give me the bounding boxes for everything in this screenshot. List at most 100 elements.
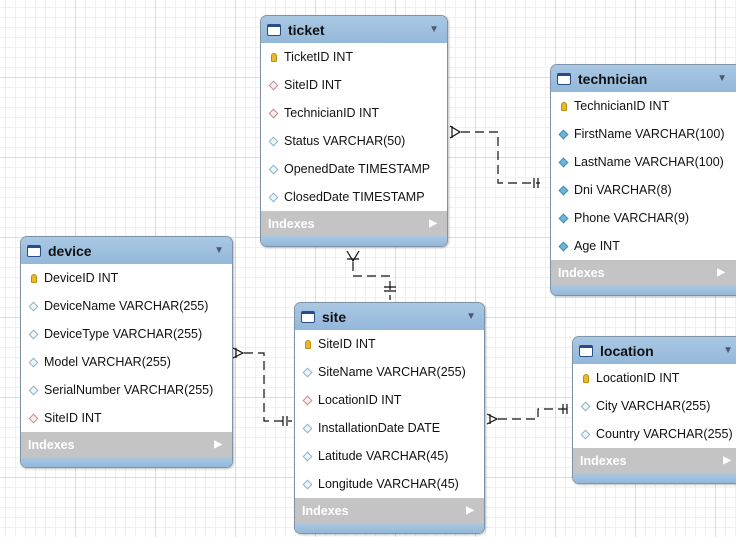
table-header[interactable]: technician ▼ [551, 65, 736, 92]
column-row[interactable]: Age INT [551, 232, 736, 260]
column-row[interactable]: LocationID INT [573, 364, 736, 392]
column-label: DeviceName VARCHAR(255) [44, 299, 209, 313]
indexes-bar[interactable]: Indexes ▶ [261, 211, 447, 236]
column-row[interactable]: DeviceID INT [21, 264, 232, 292]
column-label: LocationID INT [318, 393, 402, 407]
not-null-diamond-icon [558, 157, 569, 167]
column-row[interactable]: Longitude VARCHAR(45) [295, 470, 484, 498]
table-footer [21, 457, 232, 467]
column-label: DeviceType VARCHAR(255) [44, 327, 203, 341]
table-header[interactable]: ticket ▼ [261, 16, 447, 43]
column-row[interactable]: LocationID INT [295, 386, 484, 414]
expand-arrow-icon[interactable]: ▶ [723, 455, 731, 466]
collapse-arrow-icon[interactable]: ▼ [717, 73, 727, 84]
foreign-key-diamond-icon [28, 413, 39, 423]
table-footer [295, 523, 484, 533]
expand-arrow-icon[interactable]: ▶ [429, 218, 437, 229]
column-row[interactable]: Status VARCHAR(50) [261, 127, 447, 155]
indexes-bar[interactable]: Indexes ▶ [573, 448, 736, 473]
column-diamond-icon [580, 401, 591, 411]
column-label: SerialNumber VARCHAR(255) [44, 383, 214, 397]
not-null-diamond-icon [558, 129, 569, 139]
column-row[interactable]: City VARCHAR(255) [573, 392, 736, 420]
column-diamond-icon [28, 357, 39, 367]
column-label: LastName VARCHAR(100) [574, 155, 724, 169]
table-name: site [322, 308, 347, 325]
column-row[interactable]: Latitude VARCHAR(45) [295, 442, 484, 470]
table-header[interactable]: device ▼ [21, 237, 232, 264]
column-row[interactable]: SiteID INT [21, 404, 232, 432]
relationship-ticket-site [352, 262, 391, 300]
column-label: Latitude VARCHAR(45) [318, 449, 449, 463]
table-location[interactable]: location ▼ LocationID INT City VARCHAR(2… [572, 336, 736, 484]
key-icon [558, 101, 569, 111]
column-label: SiteID INT [284, 78, 342, 92]
indexes-bar[interactable]: Indexes ▶ [551, 260, 736, 285]
table-name: technician [578, 70, 648, 87]
column-row[interactable]: Model VARCHAR(255) [21, 348, 232, 376]
table-icon [267, 23, 281, 36]
collapse-arrow-icon[interactable]: ▼ [214, 245, 224, 256]
table-icon [301, 310, 315, 323]
key-icon [302, 339, 313, 349]
column-diamond-icon [302, 451, 313, 461]
key-icon [580, 373, 591, 383]
indexes-bar[interactable]: Indexes ▶ [21, 432, 232, 457]
column-label: TicketID INT [284, 50, 353, 64]
relationship-device-site [244, 352, 292, 422]
column-diamond-icon [580, 429, 591, 439]
table-icon [579, 344, 593, 357]
column-row[interactable]: DeviceType VARCHAR(255) [21, 320, 232, 348]
collapse-arrow-icon[interactable]: ▼ [429, 24, 439, 35]
column-row[interactable]: SiteID INT [261, 71, 447, 99]
column-diamond-icon [302, 423, 313, 433]
column-row[interactable]: TechnicianID INT [551, 92, 736, 120]
column-row[interactable]: SiteID INT [295, 330, 484, 358]
expand-arrow-icon[interactable]: ▶ [717, 267, 725, 278]
column-row[interactable]: FirstName VARCHAR(100) [551, 120, 736, 148]
expand-arrow-icon[interactable]: ▶ [214, 439, 222, 450]
not-null-diamond-icon [558, 241, 569, 251]
indexes-bar[interactable]: Indexes ▶ [295, 498, 484, 523]
table-ticket[interactable]: ticket ▼ TicketID INT SiteID INT Technic… [260, 15, 448, 247]
column-label: InstallationDate DATE [318, 421, 441, 435]
collapse-arrow-icon[interactable]: ▼ [466, 311, 476, 322]
column-row[interactable]: Country VARCHAR(255) [573, 420, 736, 448]
column-label: TechnicianID INT [284, 106, 380, 120]
column-label: ClosedDate TIMESTAMP [284, 190, 425, 204]
column-row[interactable]: OpenedDate TIMESTAMP [261, 155, 447, 183]
expand-arrow-icon[interactable]: ▶ [466, 505, 474, 516]
column-row[interactable]: SiteName VARCHAR(255) [295, 358, 484, 386]
table-icon [27, 244, 41, 257]
column-row[interactable]: SerialNumber VARCHAR(255) [21, 376, 232, 404]
key-icon [268, 52, 279, 62]
column-row[interactable]: InstallationDate DATE [295, 414, 484, 442]
column-row[interactable]: ClosedDate TIMESTAMP [261, 183, 447, 211]
indexes-label: Indexes [302, 503, 349, 518]
column-row[interactable]: Phone VARCHAR(9) [551, 204, 736, 232]
table-device[interactable]: device ▼ DeviceID INT DeviceName VARCHAR… [20, 236, 233, 468]
column-label: Status VARCHAR(50) [284, 134, 406, 148]
column-row[interactable]: TechnicianID INT [261, 99, 447, 127]
column-row[interactable]: TicketID INT [261, 43, 447, 71]
table-header[interactable]: location ▼ [573, 337, 736, 364]
table-header[interactable]: site ▼ [295, 303, 484, 330]
column-label: LocationID INT [596, 371, 680, 385]
table-site[interactable]: site ▼ SiteID INT SiteName VARCHAR(255) … [294, 302, 485, 534]
table-name: location [600, 342, 654, 359]
column-label: Country VARCHAR(255) [596, 427, 733, 441]
collapse-arrow-icon[interactable]: ▼ [723, 345, 733, 356]
diagram-canvas[interactable]: ticket ▼ TicketID INT SiteID INT Technic… [0, 0, 736, 537]
column-diamond-icon [28, 329, 39, 339]
column-row[interactable]: DeviceName VARCHAR(255) [21, 292, 232, 320]
table-footer [261, 236, 447, 246]
column-label: Longitude VARCHAR(45) [318, 477, 459, 491]
column-label: Age INT [574, 239, 620, 253]
table-icon [557, 72, 571, 85]
column-label: SiteID INT [44, 411, 102, 425]
column-row[interactable]: LastName VARCHAR(100) [551, 148, 736, 176]
column-row[interactable]: Dni VARCHAR(8) [551, 176, 736, 204]
table-technician[interactable]: technician ▼ TechnicianID INT FirstName … [550, 64, 736, 296]
indexes-label: Indexes [580, 453, 627, 468]
not-null-diamond-icon [558, 213, 569, 223]
